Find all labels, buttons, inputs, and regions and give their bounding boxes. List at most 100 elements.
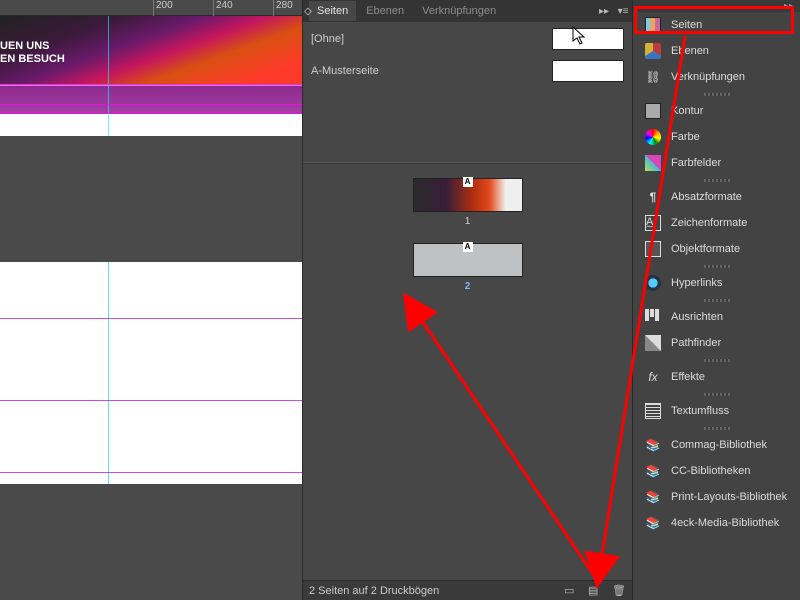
sidebar-group-separator [633, 424, 800, 432]
pathfinder-icon [645, 335, 661, 351]
guide-horizontal[interactable] [0, 472, 302, 473]
expand-icon[interactable]: ▸▸ [596, 0, 612, 22]
masters-divider[interactable] [303, 162, 632, 164]
sidebar-item-label: Zeichenformate [671, 217, 747, 229]
sidebar-item-objektformate[interactable]: Objektformate [633, 236, 800, 262]
tab-pages[interactable]: Seiten [309, 1, 356, 21]
sidebar-group-separator [633, 296, 800, 304]
panel-tabstrip: ◇ Seiten Ebenen Verknüpfungen ▸▸ ▾≡ [303, 0, 632, 22]
edit-page-size-icon[interactable]: ▭ [564, 584, 578, 598]
page-2-artwork[interactable] [0, 262, 302, 484]
sidebar-item-label: Farbe [671, 131, 700, 143]
farbe-icon [645, 129, 661, 145]
sidebar-item-zeichenformate[interactable]: A̲ Zeichenformate [633, 210, 800, 236]
status-text: 2 Seiten auf 2 Druckbögen [309, 585, 439, 597]
banner-line-1: UEN UNS [0, 40, 50, 52]
banner-purple-bar [0, 84, 302, 114]
expand-dock-icon[interactable]: ▸▸ [784, 1, 794, 12]
cc-bibliotheken-icon: 📚 [645, 463, 661, 479]
guide-vertical[interactable] [108, 16, 109, 136]
guide-horizontal[interactable] [0, 112, 302, 113]
sidebar-item-label: Farbfelder [671, 157, 721, 169]
zeichenformate-icon: A̲ [645, 215, 661, 231]
tab-layers[interactable]: Ebenen [358, 1, 412, 21]
commag-bibliothek-icon: 📚 [645, 437, 661, 453]
sidebar-item-label: Ebenen [671, 45, 709, 57]
guide-horizontal[interactable] [0, 104, 302, 105]
sidebar-group-separator [633, 262, 800, 270]
banner-line-2: EN BESUCH [0, 53, 65, 65]
page-1-artwork[interactable]: UEN UNS EN BESUCH [0, 16, 302, 136]
document-canvas[interactable]: 200 240 280 UEN UNS EN BESUCH [0, 0, 302, 600]
sidebar-item-effekte[interactable]: fx Effekte [633, 364, 800, 390]
spread-thumb-1[interactable]: A [413, 178, 523, 212]
pages-panel: ◇ Seiten Ebenen Verknüpfungen ▸▸ ▾≡ [Ohn… [302, 0, 632, 600]
sidebar-item-hyperlinks[interactable]: Hyperlinks [633, 270, 800, 296]
tab-links[interactable]: Verknüpfungen [414, 1, 504, 21]
sidebar-item-label: Objektformate [671, 243, 740, 255]
sidebar-item-ebenen[interactable]: Ebenen [633, 38, 800, 64]
ausrichten-icon [645, 309, 661, 325]
absatzformate-icon: ¶ [645, 189, 661, 205]
banner-text: UEN UNS EN BESUCH [0, 40, 65, 66]
master-badge: A [463, 242, 473, 252]
sidebar-group-separator [633, 356, 800, 364]
dock-header[interactable]: ▸▸ [633, 0, 800, 12]
sidebar-item-print-layouts-bibliothek[interactable]: 📚Print-Layouts-Bibliothek [633, 484, 800, 510]
guide-horizontal[interactable] [0, 400, 302, 401]
sidebar-item-label: CC-Bibliotheken [671, 465, 750, 477]
spread-number-2: 2 [465, 281, 471, 292]
spread-thumb-2[interactable]: A [413, 243, 523, 277]
sidebar-item-seiten[interactable]: Seiten [633, 12, 800, 38]
sidebar-item-label: 4eck-Media-Bibliothek [671, 517, 779, 529]
horizontal-ruler[interactable]: 200 240 280 [0, 0, 302, 16]
ruler-tick: 200 [153, 0, 173, 16]
sidebar-item-label: Absatzformate [671, 191, 742, 203]
effekte-icon: fx [645, 369, 661, 385]
sidebar-item-absatzformate[interactable]: ¶ Absatzformate [633, 184, 800, 210]
verknuepfungen-icon: ⛓ [645, 69, 661, 85]
spread-number-1: 1 [465, 216, 471, 227]
sidebar-item-pathfinder[interactable]: Pathfinder [633, 330, 800, 356]
kontur-icon [645, 103, 661, 119]
farbfelder-icon [645, 155, 661, 171]
sidebar-item-label: Seiten [671, 19, 702, 31]
master-none-label: [Ohne] [311, 33, 344, 45]
sidebar-item-cc-bibliotheken[interactable]: 📚 CC-Bibliotheken [633, 458, 800, 484]
sidebar-item-textumfluss[interactable]: Textumfluss [633, 398, 800, 424]
ruler-tick: 280 [273, 0, 293, 16]
sidebar-item-farbe[interactable]: Farbe [633, 124, 800, 150]
delete-page-icon[interactable]: 🗑 [612, 584, 626, 598]
document-spreads-section: A 1 A 2 [303, 172, 632, 308]
sidebar-item-label: Print-Layouts-Bibliothek [671, 491, 787, 503]
seiten-icon [645, 17, 661, 33]
guide-horizontal[interactable] [0, 318, 302, 319]
sidebar-item-kontur[interactable]: Kontur [633, 98, 800, 124]
guide-vertical[interactable] [108, 262, 109, 484]
sidebar-item-label: Pathfinder [671, 337, 721, 349]
collapse-toggle-icon[interactable]: ◇ [303, 0, 313, 22]
ruler-tick: 240 [213, 0, 233, 16]
sidebar-item-ausrichten[interactable]: Ausrichten [633, 304, 800, 330]
sidebar-item-label: Commag-Bibliothek [671, 439, 767, 451]
textumfluss-icon [645, 403, 661, 419]
sidebar-item-commag-bibliothek[interactable]: 📚 Commag-Bibliothek [633, 432, 800, 458]
master-none-thumb[interactable] [552, 28, 624, 50]
sidebar-item-label: Textumfluss [671, 405, 729, 417]
master-a-row[interactable]: A-Musterseite [311, 60, 624, 82]
sidebar-item-label: Ausrichten [671, 311, 723, 323]
sidebar-item-label: Effekte [671, 371, 705, 383]
panel-menu-icon[interactable]: ▾≡ [616, 0, 630, 22]
sidebar-item-farbfelder[interactable]: Farbfelder [633, 150, 800, 176]
create-new-page-icon[interactable]: ▤ [588, 584, 602, 598]
guide-horizontal[interactable] [0, 84, 302, 85]
panel-dock: ▸▸ Seiten Ebenen ⛓Verknüpfungen Kontur Farbe… [632, 0, 800, 600]
pages-panel-statusbar: 2 Seiten auf 2 Druckbögen ▭ ▤ 🗑 [303, 580, 632, 600]
objektformate-icon [645, 241, 661, 257]
master-a-thumb[interactable] [552, 60, 624, 82]
sidebar-item-4eck-media-bibliothek[interactable]: 📚 4eck-Media-Bibliothek [633, 510, 800, 536]
mouse-cursor-icon [572, 26, 586, 46]
sidebar-item-verknuepfungen[interactable]: ⛓Verknüpfungen [633, 64, 800, 90]
master-a-label: A-Musterseite [311, 65, 379, 77]
4eck-media-bibliothek-icon: 📚 [645, 515, 661, 531]
